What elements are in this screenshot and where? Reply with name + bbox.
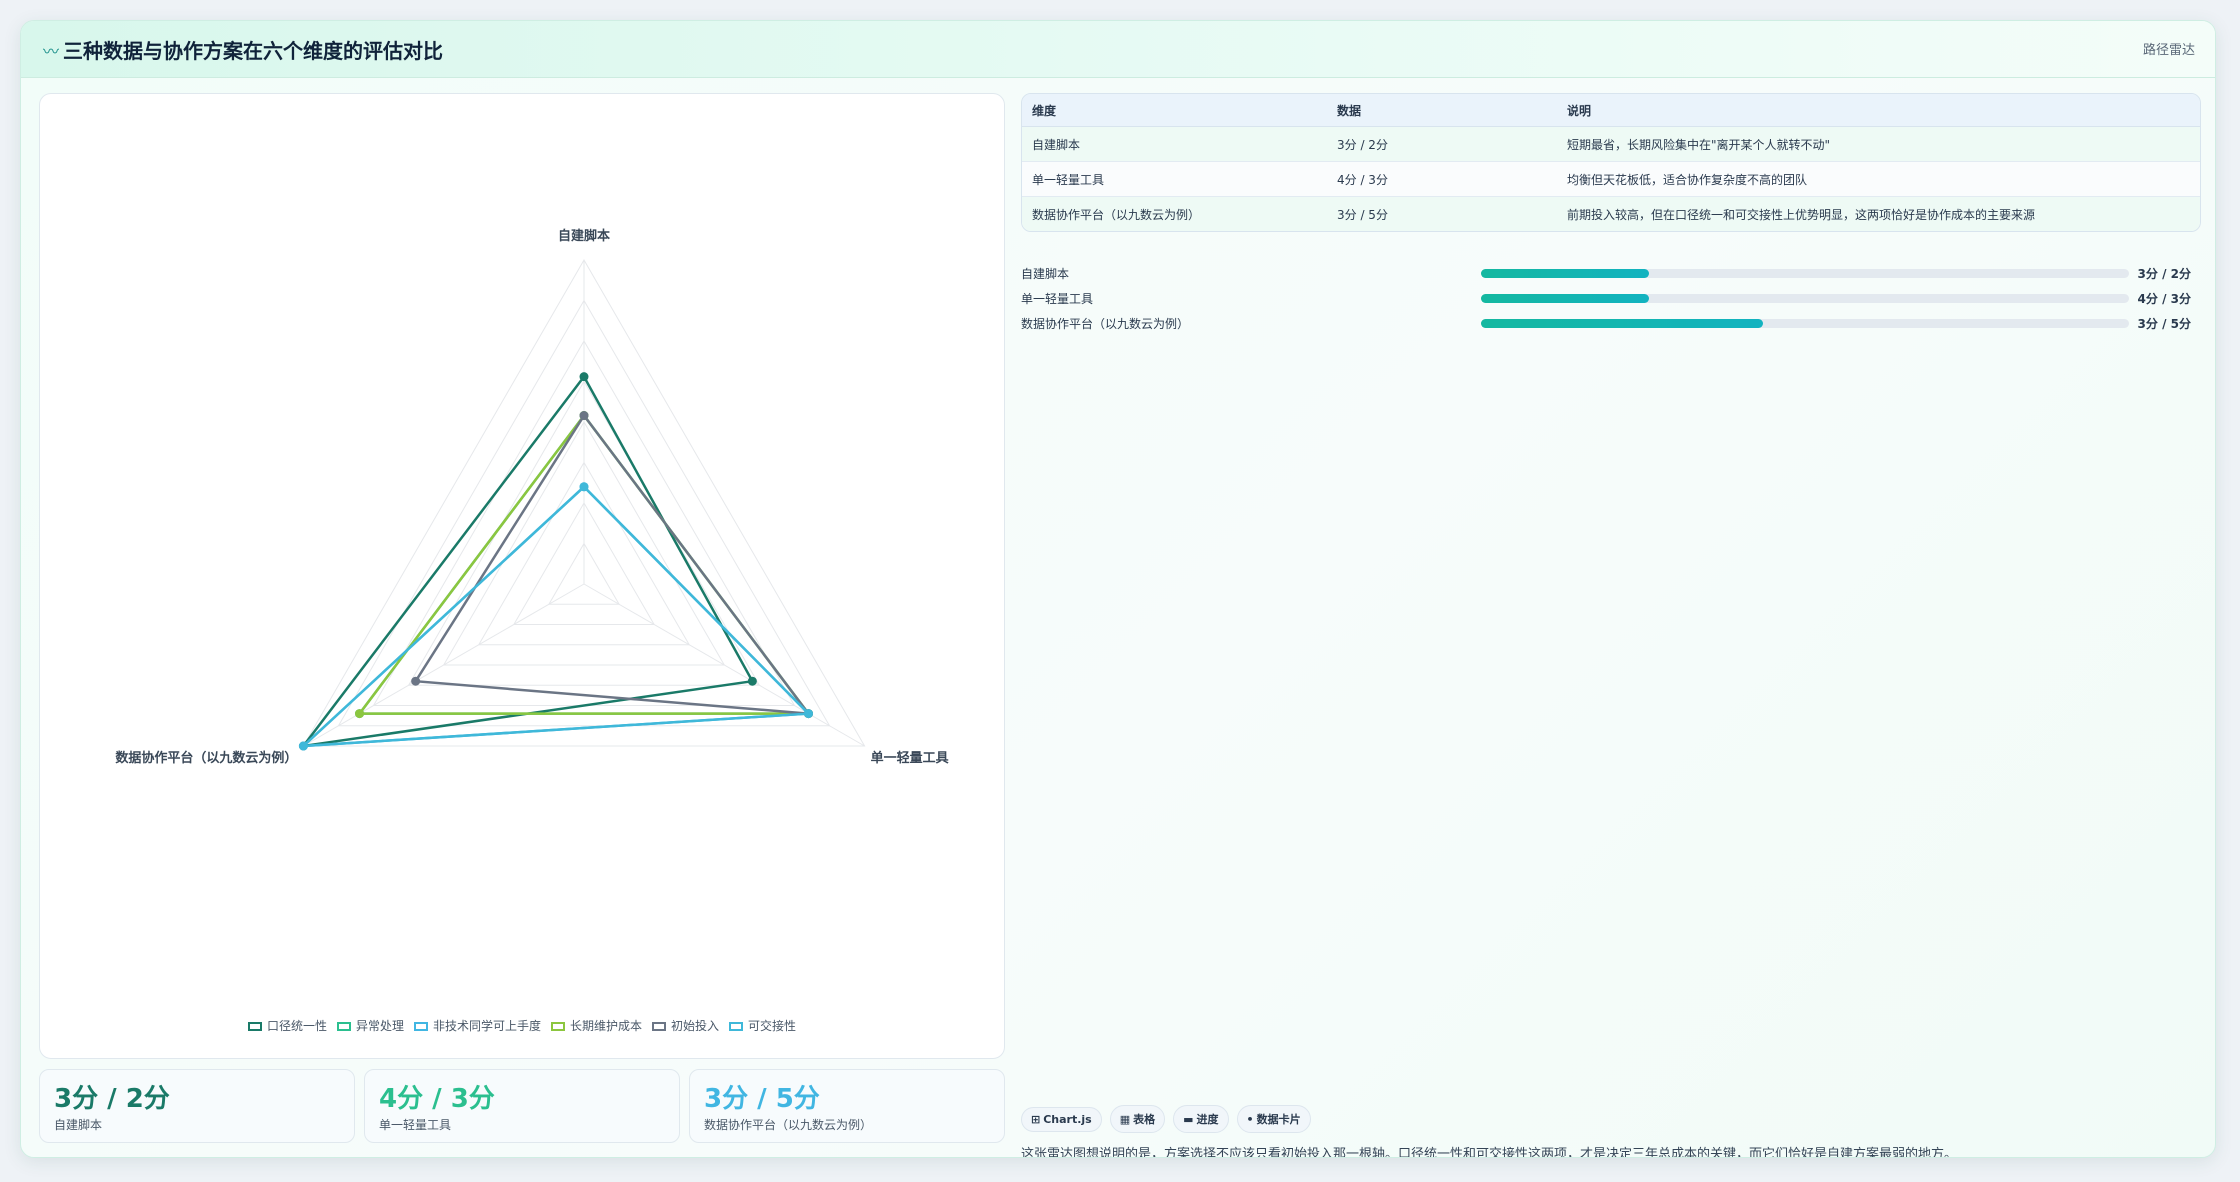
table-cell: 前期投入较高，但在口径统一和可交接性上优势明显，这两项恰好是协作成本的主要来源 [1557, 197, 2200, 231]
legend-item: 长期维护成本 [551, 1017, 642, 1034]
progress-fill [1481, 319, 1763, 328]
card-header: 〰 三种数据与协作方案在六个维度的评估对比 路径雷达 [21, 21, 2215, 78]
chart-type-tag: 路径雷达 [2142, 43, 2195, 58]
table-cell: 3分 / 2分 [1327, 127, 1557, 162]
kpi-value: 3分 / 2分 [54, 1084, 170, 1114]
table-cell: 4分 / 3分 [1327, 162, 1557, 197]
radar-point [747, 676, 757, 686]
radar-point [298, 741, 308, 751]
tech-chip: ▬ 进度 [1173, 1105, 1229, 1133]
axis-label: 数据协作平台（以九数云为例） [115, 750, 297, 766]
radar-point [411, 676, 421, 686]
progress-row: 数据协作平台（以九数云为例） 3分 / 5分 [1021, 311, 2201, 336]
column-header-description: 说明 [1557, 94, 2200, 127]
progress-fill [1481, 294, 1650, 303]
legend-label: 口径统一性 [266, 1019, 327, 1033]
chip-icon: ⊞ [1031, 1113, 1041, 1126]
data-panel: 维度 数据 说明 自建脚本 3分 / 2分 短期最省，长期风险集中在"离开某个人就转… [1021, 93, 2201, 331]
legend-item: 可交接性 [729, 1017, 796, 1034]
chip-label: 进度 [1196, 1113, 1219, 1126]
kpi-label: 自建脚本 [54, 1118, 103, 1132]
kpi-card: 4分 / 3分单一轻量工具 [364, 1069, 680, 1143]
dashboard-card: 〰 三种数据与协作方案在六个维度的评估对比 路径雷达 自建脚本 单一轻量工具 数据协… [20, 20, 2216, 1158]
kpi-value: 4分 / 3分 [379, 1084, 495, 1114]
table-cell: 数据协作平台（以九数云为例） [1022, 197, 1327, 231]
progress-label: 单一轻量工具 [1021, 292, 1094, 306]
progress-track [1481, 294, 2129, 303]
legend-swatch [551, 1022, 565, 1031]
table-cell: 单一轻量工具 [1022, 162, 1327, 197]
table-cell: 3分 / 5分 [1327, 197, 1557, 231]
table-row: 自建脚本 3分 / 2分 短期最省，长期风险集中在"离开某个人就转不动" [1022, 127, 2200, 162]
radar-point [579, 482, 589, 492]
tech-chip: ⊞ Chart.js [1021, 1107, 1102, 1132]
legend-swatch [413, 1022, 428, 1031]
progress-label: 数据协作平台（以九数云为例） [1021, 317, 1190, 331]
progress-row: 自建脚本 3分 / 2分 [1021, 261, 2201, 286]
kpi-card: 3分 / 2分自建脚本 [39, 1069, 355, 1143]
legend-label: 可交接性 [748, 1019, 797, 1033]
legend-swatch [652, 1022, 667, 1031]
kpi-card: 3分 / 5分数据协作平台（以九数云为例） [689, 1069, 1005, 1143]
chart-legend: 口径统一性 异常处理 非技术同学可上手度 长期维护成本 初始投入 可交接性 [40, 1017, 1004, 1034]
legend-label: 异常处理 [355, 1019, 404, 1033]
chip-label: 数据卡片 [1256, 1113, 1301, 1126]
legend-swatch [336, 1022, 351, 1031]
axis-label: 自建脚本 [558, 228, 610, 244]
progress-value: 3分 / 2分 [2137, 267, 2191, 281]
chip-label: Chart.js [1043, 1113, 1092, 1126]
page-title: 三种数据与协作方案在六个维度的评估对比 [63, 39, 443, 63]
radar-point [579, 372, 589, 382]
radar-chart-panel: 自建脚本单一轻量工具 数据协作平台（以九数云为例） 口径统一性 异常处理 非技术同学可… [39, 93, 1005, 1059]
legend-item: 初始投入 [652, 1017, 719, 1034]
kpi-label: 数据协作平台（以九数云为例） [704, 1118, 873, 1132]
chip-icon: ▬ [1183, 1113, 1194, 1126]
table-header-row: 维度 数据 说明 [1022, 94, 2200, 127]
kpi-value: 3分 / 5分 [704, 1084, 820, 1114]
legend-item: 非技术同学可上手度 [413, 1017, 541, 1034]
radar-chart: 自建脚本单一轻量工具 数据协作平台（以九数云为例） [115, 228, 949, 766]
chart-note: 这张雷达图想说明的是，方案选择不应该只看初始投入那一根轴。口径统一性和可交接性这… [1021, 1147, 1958, 1158]
table-cell: 均衡但天花板低，适合协作复杂度不高的团队 [1557, 162, 2200, 197]
kpi-label: 单一轻量工具 [379, 1118, 452, 1132]
legend-swatch [729, 1022, 744, 1031]
radar-point [355, 709, 365, 719]
legend-label: 长期维护成本 [570, 1019, 643, 1033]
legend-label: 初始投入 [671, 1019, 720, 1033]
table-cell: 自建脚本 [1022, 127, 1327, 162]
tech-chip: • 数据卡片 [1236, 1105, 1311, 1133]
radar-point [579, 411, 589, 421]
tech-chips: ⊞ Chart.js ▦ 表格 ▬ 进度 • 数据卡片 [1021, 1105, 1319, 1133]
legend-swatch [247, 1022, 262, 1031]
table-row: 单一轻量工具 4分 / 3分 均衡但天花板低，适合协作复杂度不高的团队 [1022, 162, 2200, 197]
progress-row: 单一轻量工具 4分 / 3分 [1021, 286, 2201, 311]
legend-item: 异常处理 [336, 1017, 404, 1034]
progress-track [1481, 319, 2129, 328]
table-cell: 短期最省，长期风险集中在"离开某个人就转不动" [1557, 127, 2200, 162]
axis-label: 单一轻量工具 [871, 750, 949, 766]
chip-icon: • [1246, 1113, 1254, 1126]
progress-bars: 自建脚本 3分 / 2分单一轻量工具 4分 / 3分数据协作平台（以九数云为例） 3分… [1021, 261, 2201, 336]
radar-point [803, 709, 813, 719]
progress-label: 自建脚本 [1021, 267, 1070, 281]
progress-track [1481, 269, 2129, 278]
progress-fill [1481, 269, 1650, 278]
legend-label: 非技术同学可上手度 [432, 1019, 541, 1033]
legend-item: 口径统一性 [247, 1017, 327, 1034]
chip-icon: ▦ [1119, 1113, 1131, 1126]
kpi-cards: 3分 / 2分 自建脚本 4分 / 3分 单一轻量工具 3分 / 5分 数据协作平台（以九… [39, 1069, 1005, 1145]
table-row: 数据协作平台（以九数云为例） 3分 / 5分 前期投入较高，但在口径统一和可交接性上… [1022, 197, 2200, 231]
chart-line-icon: 〰 [43, 42, 60, 61]
data-table: 维度 数据 说明 自建脚本 3分 / 2分 短期最省，长期风险集中在"离开某个人就转… [1021, 93, 2201, 232]
progress-value: 3分 / 5分 [2137, 317, 2191, 331]
chip-label: 表格 [1133, 1113, 1156, 1126]
tech-chip: ▦ 表格 [1109, 1105, 1166, 1133]
progress-value: 4分 / 3分 [2137, 292, 2191, 306]
column-header-dimension: 维度 [1022, 94, 1327, 127]
column-header-data: 数据 [1327, 94, 1557, 127]
